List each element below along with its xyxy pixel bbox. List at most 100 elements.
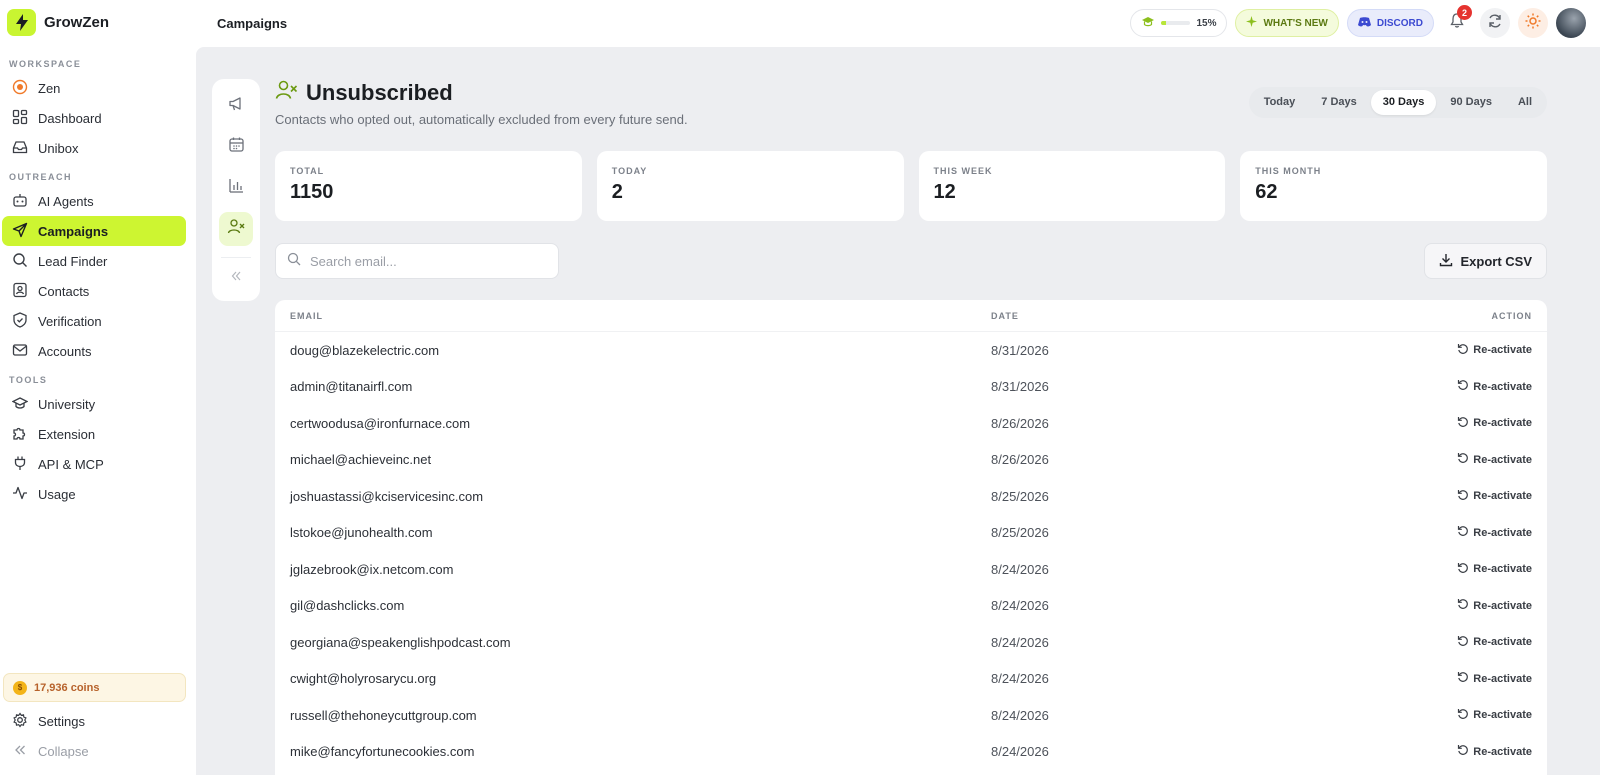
stat-value: 2 [611,181,623,203]
sidebar-collapse-button[interactable]: Collapse [2,736,186,766]
sidebar-item-label: University [38,396,96,412]
rotate-ccw-icon [1457,525,1469,540]
sidebar-item-zen[interactable]: Zen [2,73,186,103]
rail-campaigns-button[interactable] [219,89,253,123]
breadcrumb: Campaigns [217,16,288,31]
table-row: admin@titanairfl.com 8/31/2026 Re-activate [275,369,1547,406]
unsubscribed-table: EMAIL DATE ACTION doug@blazekelectric.co… [275,300,1547,775]
reactivate-button[interactable]: Re-activate [1457,379,1532,394]
column-header-date[interactable]: DATE [991,311,1291,321]
sidebar-item-accounts[interactable]: Accounts [2,336,186,366]
table-row: georgiana@speakenglishpodcast.com 8/24/20… [275,624,1547,661]
sparkle-icon [1246,16,1258,30]
reactivate-button[interactable]: Re-activate [1457,744,1532,759]
page-title: Unsubscribed [306,79,453,105]
rail-analytics-button[interactable] [219,171,253,205]
column-header-email[interactable]: EMAIL [275,311,991,321]
inbox-icon [12,139,28,158]
row-email: admin@titanairfl.com [290,379,413,395]
reactivate-button[interactable]: Re-activate [1457,562,1532,577]
range-30-days[interactable]: 30 Days [1370,90,1437,115]
reactivate-button[interactable]: Re-activate [1457,343,1532,358]
sidebar-item-dashboard[interactable]: Dashboard [2,103,186,133]
sidebar-item-usage[interactable]: Usage [2,479,186,509]
grid-icon [12,109,28,128]
range-today[interactable]: Today [1252,90,1308,115]
whats-new-button[interactable]: WHAT'S NEW [1235,9,1339,37]
discord-button[interactable]: DISCORD [1346,9,1434,37]
stat-value: 62 [1255,181,1278,203]
range-all[interactable]: All [1506,90,1544,115]
sidebar-item-ai-agents[interactable]: AI Agents [2,186,186,216]
export-csv-button[interactable]: Export CSV [1424,243,1547,279]
row-email: russell@thehoneycuttgroup.com [290,707,477,723]
range-7-days[interactable]: 7 Days [1309,90,1368,115]
user-x-icon [275,79,298,106]
sidebar-item-campaigns[interactable]: Campaigns [2,216,186,246]
table-row: gil@dashclicks.com 8/24/2026 Re-activate [275,588,1547,625]
brand[interactable]: GrowZen [7,9,109,36]
stat-label: TOTAL [290,166,325,176]
sidebar-item-label: Zen [38,80,61,96]
row-date: 8/24/2026 [991,707,1049,723]
reactivate-button[interactable]: Re-activate [1457,671,1532,686]
stat-value: 1150 [290,181,334,203]
sidebar-item-api-mcp[interactable]: API & MCP [2,449,186,479]
stats-row: TOTAL 1150 TODAY 2 THIS WEEK 12 THIS MON… [275,151,1547,221]
rail-collapse-button[interactable] [219,268,253,288]
sidebar-item-verification[interactable]: Verification [2,306,186,336]
reactivate-label: Re-activate [1473,745,1532,758]
row-action: Re-activate [1291,452,1547,467]
row-email: joshuastassi@kciservicesinc.com [290,488,484,504]
reactivate-button[interactable]: Re-activate [1457,635,1532,650]
reactivate-label: Re-activate [1473,636,1532,649]
rotate-ccw-icon [1457,452,1469,467]
rail-unsubscribed-button[interactable] [219,212,253,246]
sidebar-item-contacts[interactable]: Contacts [2,276,186,306]
onboarding-progress[interactable]: 15% [1130,9,1228,37]
reactivate-button[interactable]: Re-activate [1457,525,1532,540]
refresh-button[interactable] [1480,8,1510,38]
top-bar: GrowZen Campaigns 15% WHAT'S NEW DISCORD [0,0,1600,47]
row-email: georgiana@speakenglishpodcast.com [290,634,511,650]
row-email: cwight@holyrosarycu.org [290,671,437,687]
row-date: 8/25/2026 [991,488,1049,504]
rotate-ccw-icon [1457,744,1469,759]
sidebar-item-lead-finder[interactable]: Lead Finder [2,246,186,276]
rotate-ccw-icon [1457,671,1469,686]
coin-icon: $ [13,680,27,695]
search-email-input[interactable] [310,253,540,269]
reactivate-button[interactable]: Re-activate [1457,416,1532,431]
notification-badge: 2 [1457,5,1472,20]
reactivate-label: Re-activate [1473,599,1532,612]
reactivate-button[interactable]: Re-activate [1457,452,1532,467]
bar-chart-icon [228,177,245,199]
refresh-icon [1487,13,1503,34]
table-header: EMAIL DATE ACTION [275,300,1547,332]
rotate-ccw-icon [1457,379,1469,394]
reactivate-label: Re-activate [1473,672,1532,685]
sidebar-item-extension[interactable]: Extension [2,419,186,449]
row-action: Re-activate [1291,489,1547,504]
reactivate-button[interactable]: Re-activate [1457,598,1532,613]
table-row: lstokoe@junohealth.com 8/25/2026 Re-activa… [275,515,1547,552]
section-label-tools: TOOLS [9,375,48,385]
user-avatar[interactable] [1556,8,1586,38]
reactivate-button[interactable]: Re-activate [1457,489,1532,504]
rail-schedule-button[interactable] [219,130,253,164]
rotate-ccw-icon [1457,489,1469,504]
reactivate-button[interactable]: Re-activate [1457,708,1532,723]
graduation-cap-icon [1141,16,1155,31]
app-name: GrowZen [44,14,110,31]
table-row: doug@blazekelectric.com 8/31/2026 Re-activ… [275,332,1547,369]
sidebar-item-university[interactable]: University [2,389,186,419]
theme-toggle-button[interactable] [1518,8,1548,38]
sidebar-item-unibox[interactable]: Unibox [2,133,186,163]
sidebar-item-settings[interactable]: Settings [2,706,186,736]
range-90-days[interactable]: 90 Days [1438,90,1504,115]
row-date: 8/24/2026 [991,744,1049,760]
notifications-button[interactable]: 2 [1442,5,1472,38]
reactivate-label: Re-activate [1473,563,1532,576]
sidebar-item-label: API & MCP [38,456,104,472]
coins-balance[interactable]: $ 17,936 coins [3,673,186,702]
